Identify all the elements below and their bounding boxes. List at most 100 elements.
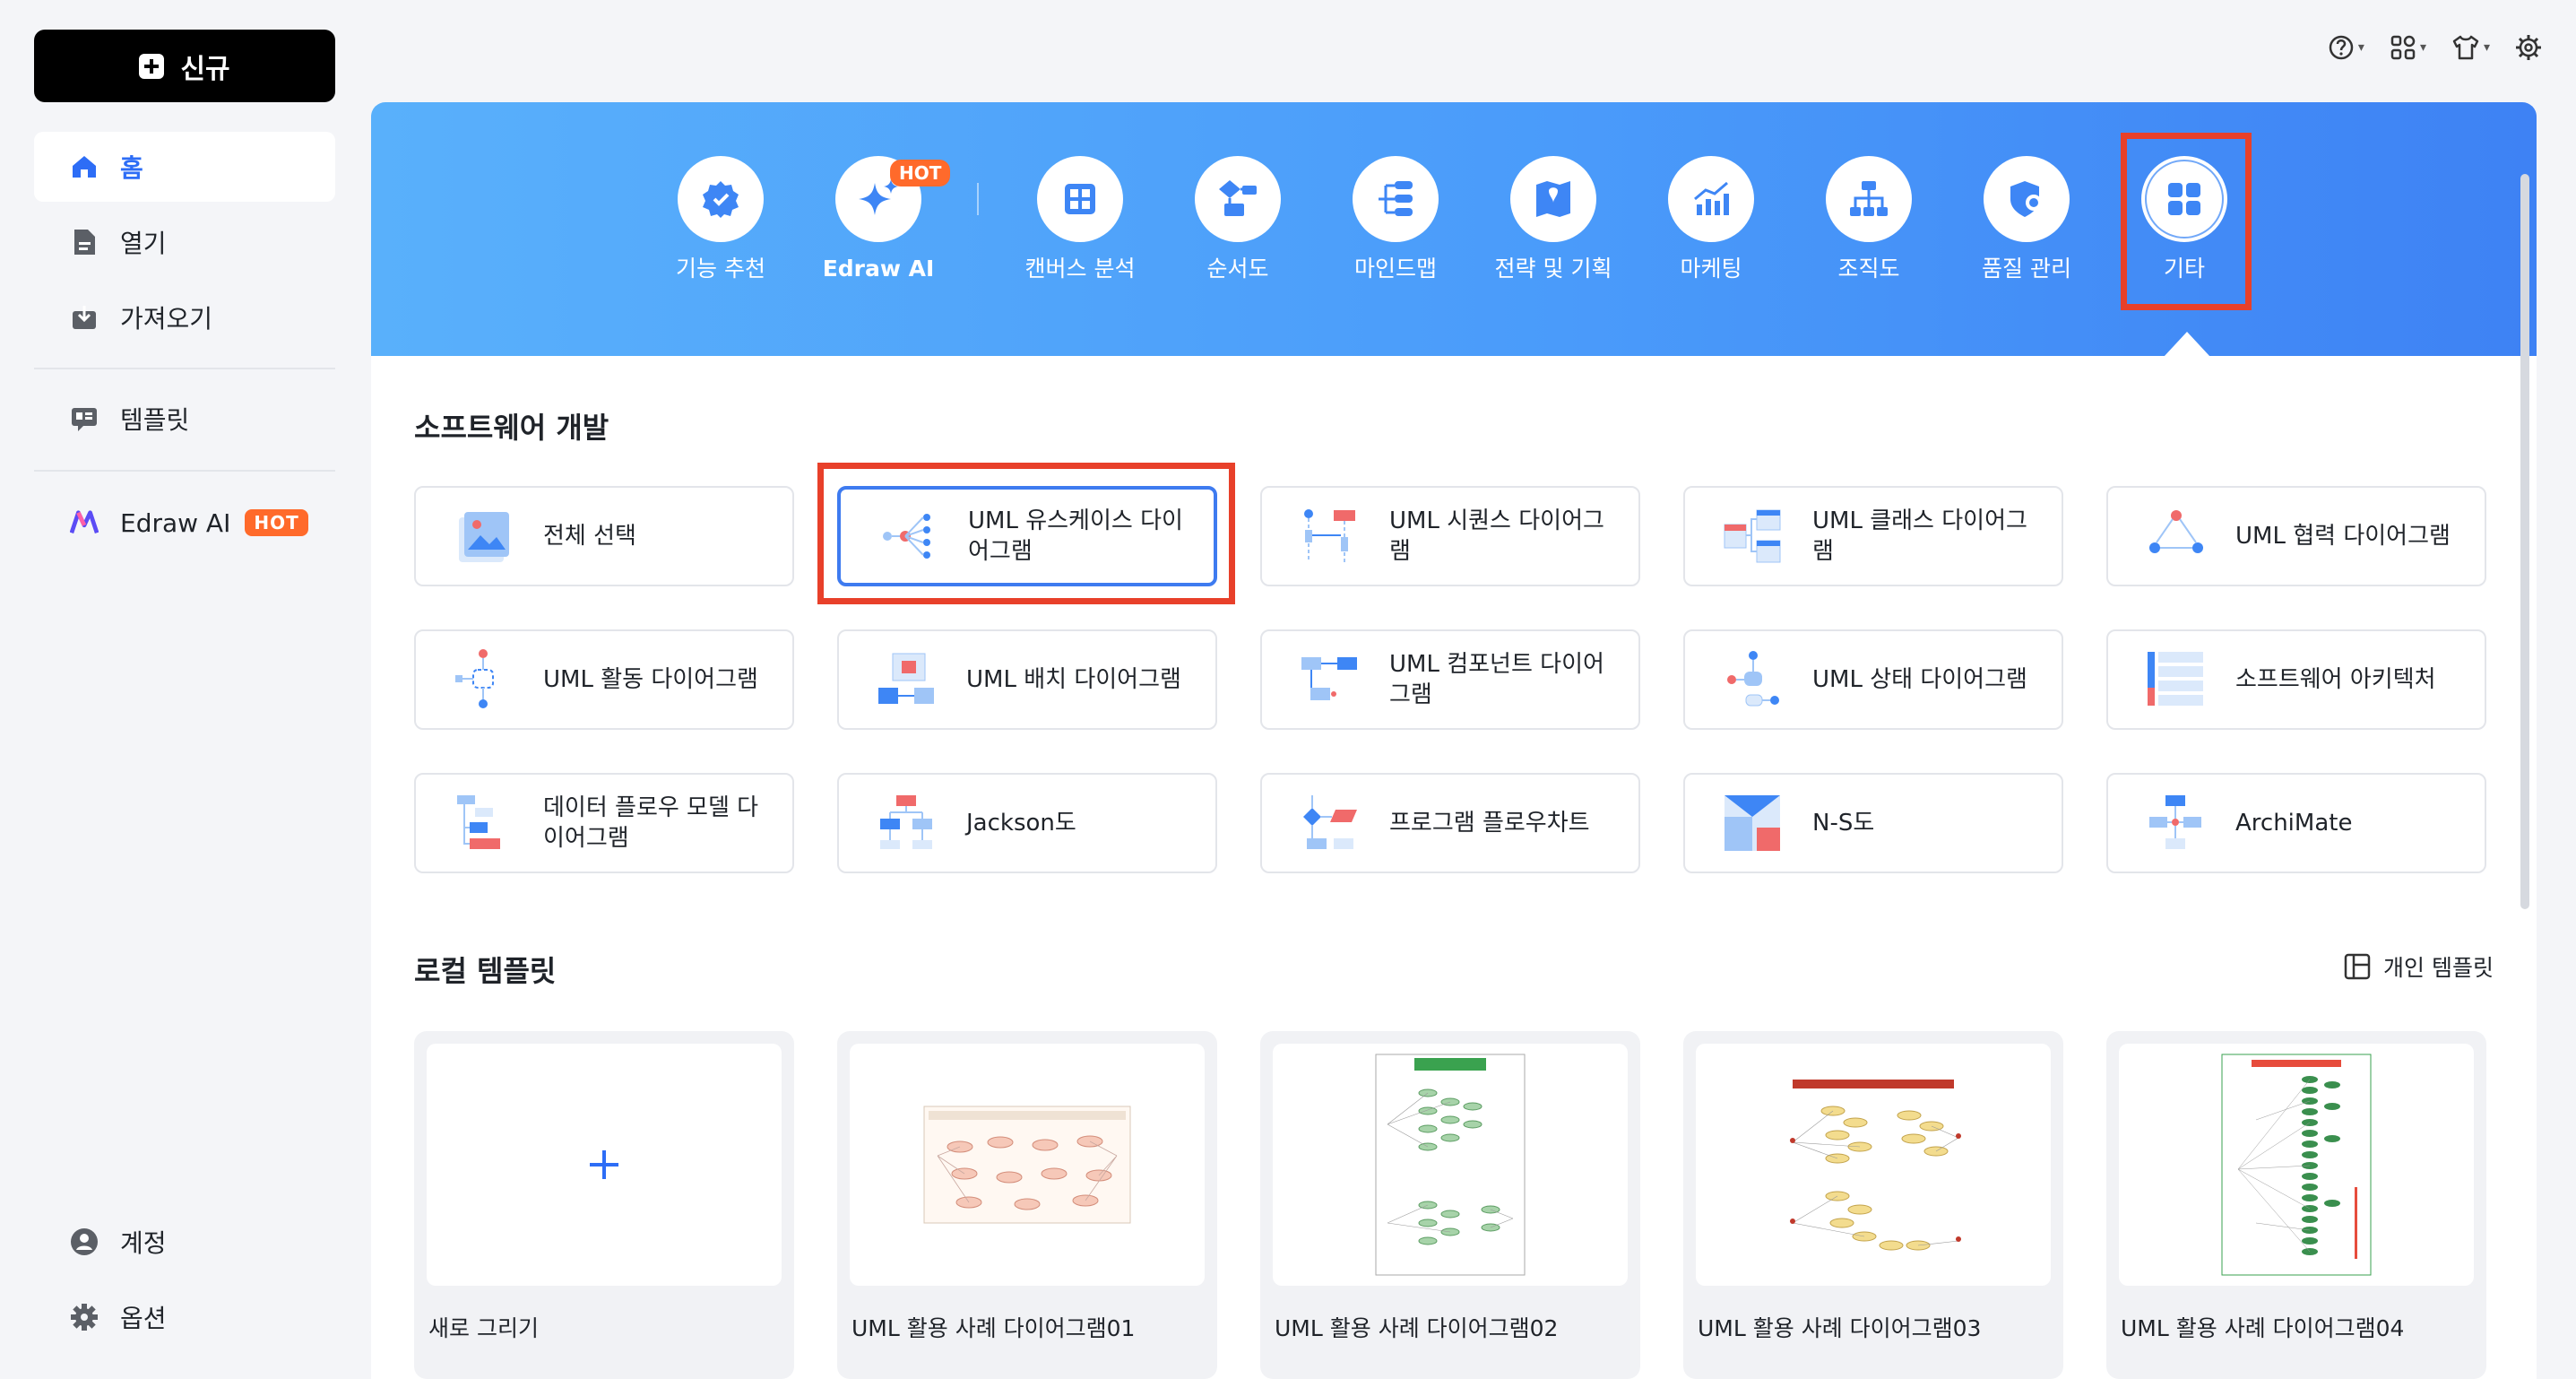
dataflow-icon (457, 795, 500, 849)
personal-templates-link[interactable]: 개인 템플릿 (2344, 950, 2494, 983)
document-icon (70, 228, 99, 256)
help-button[interactable]: ▾ (2328, 34, 2364, 61)
gear-icon (2516, 35, 2541, 60)
template-icon (70, 404, 99, 433)
picture-stack-icon (459, 512, 509, 562)
template-ns-diagram[interactable]: N-S도 (1683, 773, 2063, 873)
category-icon-circle (1353, 156, 1439, 242)
template-uml-deployment[interactable]: UML 배치 다이어그램 (837, 629, 1217, 730)
category-label: 마인드맵 (1353, 256, 1437, 282)
sidebar-item-account[interactable]: 계정 (34, 1207, 335, 1277)
sidebar: 신규 홈 열기 가져오기 템플릿 Edraw AI HOT 계정 옵션 (0, 0, 369, 1379)
category-label: 전략 및 기획 (1494, 256, 1612, 282)
home-icon (70, 152, 99, 181)
state-diagram-icon (1727, 651, 1779, 707)
apps-button[interactable]: ▾ (2390, 34, 2426, 61)
local-card-uml-01[interactable]: UML 활용 사례 다이어그램01 (837, 1031, 1217, 1379)
category-banner: 기능 추천 HOT Edraw AI 캔버스 분석 순서도 마인드맵 전략 및 … (371, 102, 2537, 357)
apps-icon (2168, 183, 2200, 215)
card-caption: UML 활용 사례 다이어그램03 (1698, 1315, 1982, 1341)
deployment-diagram-icon (878, 653, 934, 704)
card-caption: 새로 그리기 (428, 1315, 539, 1341)
diagram-thumbnail-icon (1768, 1063, 1979, 1266)
apps-grid-icon (2390, 35, 2416, 60)
category-label: 품질 관리 (1982, 256, 2071, 282)
sidebar-item-home[interactable]: 홈 (34, 132, 335, 202)
category-org-chart[interactable]: 조직도 (1793, 156, 1945, 283)
personal-templates-label: 개인 템플릿 (2383, 955, 2494, 981)
card-caption: UML 활용 사례 다이어그램04 (2121, 1315, 2405, 1341)
template-uml-sequence[interactable]: UML 시퀀스 다이어그램 (1260, 486, 1640, 586)
map-icon (1536, 181, 1570, 217)
sidebar-item-label: 홈 (120, 153, 143, 183)
template-jackson[interactable]: Jackson도 (837, 773, 1217, 873)
jackson-tree-icon (880, 795, 932, 849)
template-uml-usecase[interactable]: UML 유스케이스 다이어그램 (837, 486, 1217, 586)
category-icon-circle (1510, 156, 1596, 242)
new-button[interactable]: 신규 (34, 30, 335, 102)
local-card-uml-04[interactable]: UML 활용 사례 다이어그램04 (2106, 1031, 2486, 1379)
badge-star-icon (703, 181, 739, 218)
template-label: UML 유스케이스 다이어그램 (968, 507, 1183, 565)
card-preview (2119, 1044, 2474, 1286)
chevron-down-icon: ▾ (2357, 40, 2364, 55)
category-label: 기능 추천 (676, 256, 765, 282)
class-diagram-icon (1724, 509, 1781, 563)
category-label: 조직도 (1837, 256, 1900, 282)
sidebar-item-templates[interactable]: 템플릿 (34, 384, 335, 454)
activity-diagram-icon (455, 649, 494, 708)
component-diagram-icon (1301, 657, 1357, 700)
card-preview (850, 1044, 1205, 1286)
category-mindmap[interactable]: 마인드맵 (1319, 156, 1472, 283)
template-uml-class[interactable]: UML 클래스 다이어그램 (1683, 486, 2063, 586)
template-uml-activity[interactable]: UML 활동 다이어그램 (414, 629, 794, 730)
top-toolbar: ▾ ▾ ▾ (2328, 34, 2542, 61)
flowchart-icon (1219, 180, 1257, 216)
category-label: 기타 (2163, 256, 2205, 282)
template-uml-collaboration[interactable]: UML 협력 다이어그램 (2106, 486, 2486, 586)
edraw-ai-logo-icon (70, 508, 99, 537)
card-preview (1273, 1044, 1628, 1286)
category-flowchart[interactable]: 순서도 (1162, 156, 1314, 283)
category-marketing[interactable]: 마케팅 (1635, 156, 1787, 283)
template-uml-component[interactable]: UML 컴포넌트 다이어그램 (1260, 629, 1640, 730)
usecase-diagram-icon (883, 514, 930, 559)
sidebar-item-open[interactable]: 열기 (34, 207, 335, 277)
template-label: ArchiMate (2235, 810, 2353, 837)
chevron-down-icon: ▾ (2483, 40, 2490, 55)
new-button-label: 신규 (180, 53, 230, 85)
template-dataflow[interactable]: 데이터 플로우 모델 다이어그램 (414, 773, 794, 873)
category-canvas-analysis[interactable]: 캔버스 분석 (1004, 156, 1156, 283)
template-program-flowchart[interactable]: 프로그램 플로우차트 (1260, 773, 1640, 873)
sidebar-item-import[interactable]: 가져오기 (34, 282, 335, 352)
ns-diagram-icon (1725, 795, 1780, 851)
category-strategy[interactable]: 전략 및 기획 (1477, 156, 1629, 283)
template-select-all[interactable]: 전체 선택 (414, 486, 794, 586)
bar-chart-icon (1694, 181, 1729, 215)
template-archimate[interactable]: ArchiMate (2106, 773, 2486, 873)
skin-button[interactable]: ▾ (2451, 34, 2490, 61)
gear-icon (70, 1303, 99, 1331)
local-card-uml-03[interactable]: UML 활용 사례 다이어그램03 (1683, 1031, 2063, 1379)
sidebar-item-options[interactable]: 옵션 (34, 1282, 335, 1352)
sequence-diagram-icon (1304, 509, 1355, 562)
scrollbar[interactable] (2520, 174, 2529, 909)
sidebar-divider (34, 470, 335, 472)
category-other[interactable]: 기타 (2108, 156, 2260, 283)
category-label: 마케팅 (1680, 256, 1742, 282)
category-quality[interactable]: 품질 관리 (1950, 156, 2103, 283)
template-label: UML 상태 다이어그램 (1812, 666, 2027, 693)
local-card-new[interactable]: 새로 그리기 (414, 1031, 794, 1379)
settings-button[interactable] (2515, 34, 2542, 61)
sidebar-item-label: 가져오기 (120, 304, 213, 334)
sidebar-item-edraw-ai[interactable]: Edraw AI HOT (34, 488, 335, 558)
account-icon (70, 1227, 99, 1256)
category-edraw-ai[interactable]: HOT Edraw AI (802, 156, 955, 283)
card-caption: UML 활용 사례 다이어그램01 (851, 1315, 1136, 1341)
local-card-uml-02[interactable]: UML 활용 사례 다이어그램02 (1260, 1031, 1640, 1379)
template-software-architecture[interactable]: 소프트웨어 아키텍처 (2106, 629, 2486, 730)
section-title-local: 로컬 템플릿 (414, 954, 557, 988)
hot-badge: HOT (890, 160, 951, 186)
category-recommended[interactable]: 기능 추천 (644, 156, 797, 283)
template-uml-state[interactable]: UML 상태 다이어그램 (1683, 629, 2063, 730)
